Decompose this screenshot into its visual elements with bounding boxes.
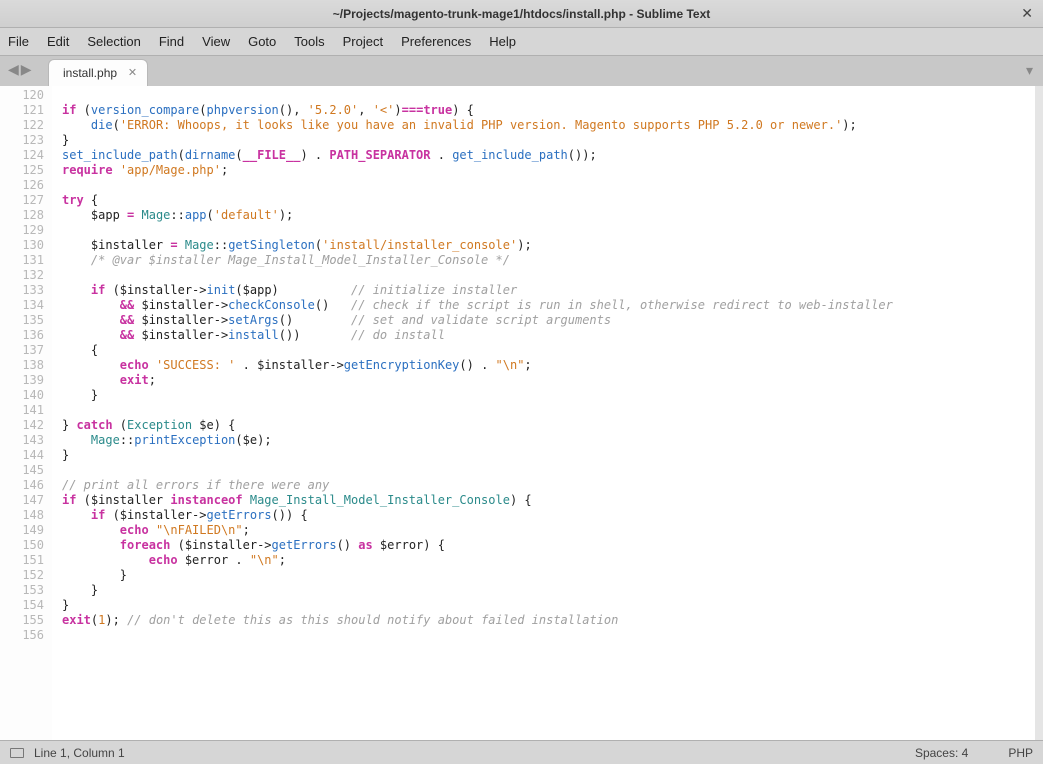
titlebar: ~/Projects/magento-trunk-mage1/htdocs/in… (0, 0, 1043, 28)
menu-project[interactable]: Project (343, 34, 383, 49)
menu-selection[interactable]: Selection (87, 34, 140, 49)
tab-close-icon[interactable]: ✕ (128, 66, 137, 79)
statusbar: Line 1, Column 1 Spaces: 4 PHP (0, 740, 1043, 764)
nav-arrows: ◀ ▶ (8, 61, 32, 78)
editor[interactable]: 120 121 122 123 124 125 126 127 128 129 … (0, 86, 1043, 740)
menu-tools[interactable]: Tools (294, 34, 324, 49)
panel-icon[interactable] (10, 748, 24, 758)
gutter: 120 121 122 123 124 125 126 127 128 129 … (0, 86, 52, 740)
status-lang[interactable]: PHP (1008, 746, 1033, 760)
nav-back-icon[interactable]: ◀ (8, 61, 19, 78)
menu-help[interactable]: Help (489, 34, 516, 49)
window-title: ~/Projects/magento-trunk-mage1/htdocs/in… (333, 7, 711, 21)
menu-preferences[interactable]: Preferences (401, 34, 471, 49)
tab-label: install.php (63, 66, 117, 80)
status-spaces[interactable]: Spaces: 4 (915, 746, 968, 760)
menu-goto[interactable]: Goto (248, 34, 276, 49)
tabbar-menu-icon[interactable]: ▾ (1026, 62, 1033, 79)
tabbar: ◀ ▶ install.php ✕ ▾ (0, 56, 1043, 86)
menu-edit[interactable]: Edit (47, 34, 69, 49)
nav-forward-icon[interactable]: ▶ (21, 61, 32, 78)
close-icon[interactable]: ✕ (1021, 5, 1033, 22)
menu-view[interactable]: View (202, 34, 230, 49)
menu-file[interactable]: File (8, 34, 29, 49)
status-position[interactable]: Line 1, Column 1 (34, 746, 125, 760)
minimap[interactable] (1035, 86, 1043, 740)
menubar: File Edit Selection Find View Goto Tools Projec… (0, 28, 1043, 56)
tab-install[interactable]: install.php ✕ (48, 59, 148, 86)
code-area[interactable]: if (version_compare(phpversion(), '5.2.0… (52, 86, 1043, 740)
menu-find[interactable]: Find (159, 34, 184, 49)
